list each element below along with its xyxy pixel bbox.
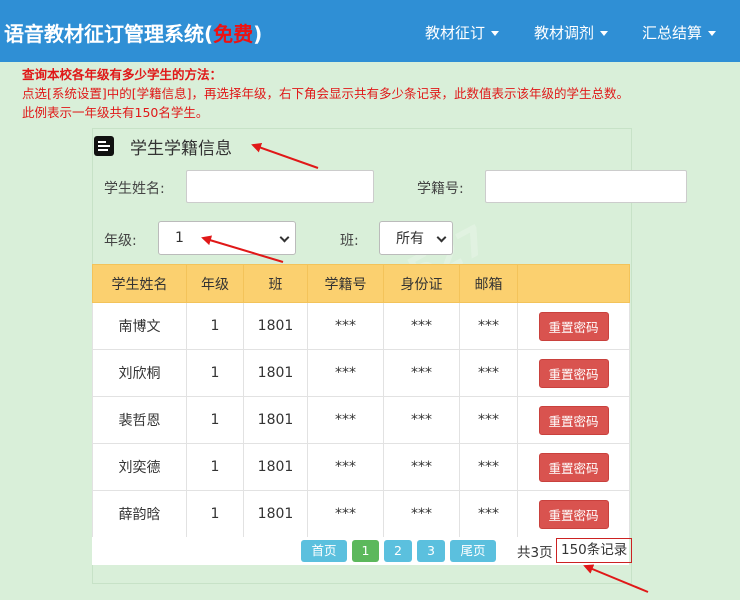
notes-title: 查询本校各年级有多少学生的方法： <box>22 67 223 82</box>
table-row: 刘奕德 1 1801 *** *** *** 重置密码 <box>92 443 630 491</box>
cell-class: 1801 <box>243 302 308 350</box>
table-row: 南博文 1 1801 *** *** *** 重置密码 <box>92 302 630 350</box>
cell-id-card: *** <box>383 396 460 444</box>
document-list-icon <box>94 136 114 156</box>
notes-line-2: 此例表示一年级共有150名学生。 <box>22 105 209 120</box>
col-header-class: 班 <box>243 264 308 303</box>
cell-student-id: *** <box>307 443 384 491</box>
table-header-row: 学生姓名 年级 班 学籍号 身份证 邮箱 <box>92 264 630 303</box>
table-row: 裴哲恩 1 1801 *** *** *** 重置密码 <box>92 396 630 444</box>
student-id-input[interactable] <box>485 170 687 203</box>
class-label: 班: <box>340 233 359 249</box>
app-title-free: 免费 <box>213 22 254 46</box>
panel-title: 学生学籍信息 <box>94 135 232 159</box>
grade-select-value: 1 <box>175 230 184 246</box>
app-title-end: ) <box>253 22 263 46</box>
cell-action: 重置密码 <box>517 443 630 491</box>
student-name-label: 学生姓名: <box>104 181 165 197</box>
reset-password-button[interactable]: 重置密码 <box>538 452 609 482</box>
app-title: 语音教材征订管理系统(免费) <box>4 18 262 47</box>
nav-menu-transfer[interactable]: 教材调剂 <box>534 22 609 43</box>
instruction-notes: 查询本校各年级有多少学生的方法： 点选[系统设置]中的[学籍信息]，再选择年级，… <box>22 65 629 122</box>
nav-menu-settlement[interactable]: 汇总结算 <box>642 22 717 43</box>
student-id-label: 学籍号: <box>417 181 464 197</box>
cell-id-card: *** <box>383 490 460 538</box>
class-select[interactable]: 所有 <box>379 221 453 255</box>
cell-student-id: *** <box>307 302 384 350</box>
caret-down-icon <box>708 31 717 36</box>
cell-grade: 1 <box>186 490 244 538</box>
chevron-down-icon <box>279 232 290 243</box>
col-header-student-id: 学籍号 <box>307 264 384 303</box>
cell-grade: 1 <box>186 443 244 491</box>
cell-email: *** <box>459 443 518 491</box>
total-pages-text: 共3页 <box>517 545 553 561</box>
cell-class: 1801 <box>243 443 308 491</box>
cell-action: 重置密码 <box>517 490 630 538</box>
cell-id-card: *** <box>383 443 460 491</box>
cell-name: 刘奕德 <box>92 443 187 491</box>
reset-password-button[interactable]: 重置密码 <box>538 405 609 435</box>
col-header-id-card: 身份证 <box>383 264 460 303</box>
panel-title-text: 学生学籍信息 <box>130 138 232 159</box>
cell-class: 1801 <box>243 396 308 444</box>
cell-grade: 1 <box>186 302 244 350</box>
student-name-input[interactable] <box>186 170 374 203</box>
cell-action: 重置密码 <box>517 349 630 397</box>
cell-action: 重置密码 <box>517 302 630 350</box>
cell-grade: 1 <box>186 396 244 444</box>
cell-name: 刘欣桐 <box>92 349 187 397</box>
nav-menu-label: 汇总结算 <box>642 24 703 42</box>
pagination-bar: 首页 1 2 3 尾页 共3页 150条记录 <box>92 537 633 565</box>
last-page-button[interactable]: 尾页 <box>450 540 496 562</box>
cell-class: 1801 <box>243 349 308 397</box>
cell-grade: 1 <box>186 349 244 397</box>
grade-label: 年级: <box>104 233 137 249</box>
col-header-name: 学生姓名 <box>92 264 187 303</box>
top-navbar: 语音教材征订管理系统(免费) 教材征订 教材调剂 汇总结算 <box>0 0 740 62</box>
nav-menu-label: 教材调剂 <box>534 24 595 42</box>
cell-email: *** <box>459 396 518 444</box>
grade-select[interactable]: 1 <box>158 221 296 255</box>
col-header-action <box>517 264 630 303</box>
app-title-main: 语音教材征订管理系统( <box>4 22 214 46</box>
cell-student-id: *** <box>307 396 384 444</box>
cell-name: 南博文 <box>92 302 187 350</box>
cell-id-card: *** <box>383 302 460 350</box>
class-select-value: 所有 <box>396 231 424 247</box>
cell-action: 重置密码 <box>517 396 630 444</box>
notes-line-1: 点选[系统设置]中的[学籍信息]，再选择年级，右下角会显示共有多少条记录，此数值… <box>22 86 630 101</box>
cell-name: 裴哲恩 <box>92 396 187 444</box>
table-row: 薛韵晗 1 1801 *** *** *** 重置密码 <box>92 490 630 538</box>
page-button-1[interactable]: 1 <box>352 540 379 562</box>
cell-name: 薛韵晗 <box>92 490 187 538</box>
reset-password-button[interactable]: 重置密码 <box>538 311 609 341</box>
reset-password-button[interactable]: 重置密码 <box>538 358 609 388</box>
cell-email: *** <box>459 349 518 397</box>
caret-down-icon <box>491 31 500 36</box>
page-button-2[interactable]: 2 <box>384 540 412 562</box>
table-row: 刘欣桐 1 1801 *** *** *** 重置密码 <box>92 349 630 397</box>
caret-down-icon <box>600 31 609 36</box>
chevron-down-icon <box>436 232 447 243</box>
cell-student-id: *** <box>307 490 384 538</box>
cell-student-id: *** <box>307 349 384 397</box>
student-table: 学生姓名 年级 班 学籍号 身份证 邮箱 南博文 1 1801 *** *** … <box>92 264 630 538</box>
total-records-text: 150条记录 <box>556 538 633 563</box>
nav-menu-label: 教材征订 <box>425 24 486 42</box>
col-header-email: 邮箱 <box>459 264 518 303</box>
cell-id-card: *** <box>383 349 460 397</box>
cell-class: 1801 <box>243 490 308 538</box>
col-header-grade: 年级 <box>186 264 244 303</box>
nav-menu-ordering[interactable]: 教材征订 <box>425 22 500 43</box>
first-page-button[interactable]: 首页 <box>301 540 347 562</box>
cell-email: *** <box>459 490 518 538</box>
page-button-3[interactable]: 3 <box>417 540 445 562</box>
reset-password-button[interactable]: 重置密码 <box>538 499 609 529</box>
cell-email: *** <box>459 302 518 350</box>
